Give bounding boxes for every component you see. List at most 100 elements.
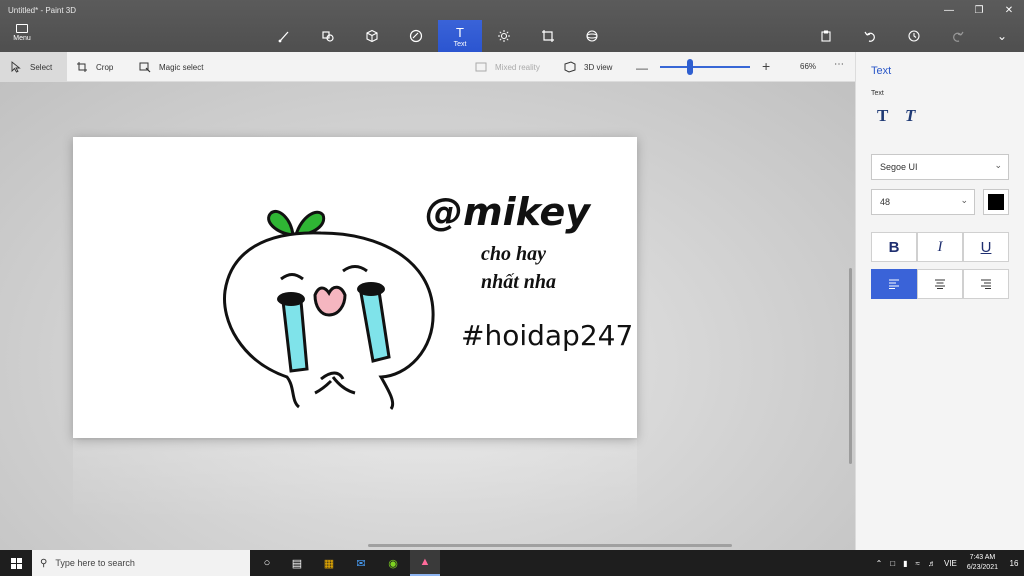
3d-text-button[interactable]: T: [905, 106, 925, 126]
mail-icon: ✉: [356, 557, 366, 570]
zoom-out-button[interactable]: —: [636, 61, 648, 75]
drawing-canvas[interactable]: @mikey cho hay nhất nha #hoidap247: [73, 137, 637, 438]
canvas-text-line3[interactable]: nhất nha: [481, 271, 556, 294]
alignment-buttons: [871, 269, 1009, 299]
magic-select-icon: [139, 62, 151, 73]
panel-section-label: Text: [871, 90, 884, 97]
3d-library-tool[interactable]: [570, 20, 614, 52]
menu-button[interactable]: Menu: [8, 24, 36, 48]
zoom-slider-track[interactable]: [660, 66, 750, 68]
browser-icon: ◉: [388, 557, 398, 570]
effects-tool[interactable]: [482, 20, 526, 52]
3d-shapes-tool[interactable]: [350, 20, 394, 52]
expand-toolbar-button[interactable]: ⌄: [980, 22, 1024, 50]
maximize-button[interactable]: ❐: [964, 0, 994, 20]
crying-sprout-sticker: [223, 210, 435, 410]
history-icon: [908, 30, 920, 42]
menu-label: Menu: [13, 35, 31, 42]
font-value: Segoe UI: [880, 162, 918, 172]
paste-button[interactable]: [804, 22, 848, 50]
text-tool[interactable]: T Text: [438, 20, 482, 52]
brush-icon: [278, 31, 289, 43]
clock[interactable]: 7:43 AM 6/23/2021: [967, 553, 998, 573]
bold-button[interactable]: B: [871, 232, 917, 262]
undo-button[interactable]: [848, 22, 892, 50]
select-button[interactable]: Select: [0, 52, 67, 82]
sticker-icon: [409, 29, 423, 43]
3d-view-button[interactable]: 3D view: [564, 52, 612, 82]
mixed-reality-button[interactable]: Mixed reality: [475, 52, 540, 82]
redo-button[interactable]: [936, 22, 980, 50]
task-view-button[interactable]: ▤: [282, 550, 312, 576]
shapes-icon: [322, 31, 334, 42]
wifi-icon[interactable]: ≈: [916, 559, 920, 568]
battery-icon[interactable]: ▮: [903, 559, 907, 568]
format-buttons: B I U: [871, 232, 1009, 262]
sun-icon: [498, 30, 510, 42]
magic-select-button[interactable]: Magic select: [139, 52, 203, 82]
canvas-text-hashtag[interactable]: #hoidap247: [461, 319, 633, 352]
text-tool-label: Text: [453, 40, 467, 48]
align-right-button[interactable]: [963, 269, 1009, 299]
paint3d-taskbar-button[interactable]: ▲: [410, 550, 440, 576]
canvas-text-mikey[interactable]: @mikey: [425, 190, 590, 234]
main-toolbar: T Text: [262, 20, 614, 52]
align-left-button[interactable]: [871, 269, 917, 299]
clock-time: 7:43 AM: [969, 554, 996, 561]
title-bar: Untitled* - Paint 3D — ❐ ✕ Menu T Text ⌄: [0, 0, 1024, 52]
zoom-slider-thumb[interactable]: [686, 59, 693, 75]
cursor-icon: [11, 61, 21, 73]
cortana-button[interactable]: ○: [252, 550, 282, 576]
stickers-tool[interactable]: [394, 20, 438, 52]
chevron-up-icon[interactable]: ⌃: [876, 559, 883, 568]
3d-view-icon: [564, 61, 576, 73]
2d-shapes-tool[interactable]: [306, 20, 350, 52]
history-button[interactable]: [892, 22, 936, 50]
mixed-reality-icon: [475, 62, 487, 72]
mail-button[interactable]: ✉: [346, 550, 376, 576]
notification-count: 16: [1009, 558, 1019, 568]
notifications-button[interactable]: 16: [1004, 555, 1024, 571]
cube-icon: [366, 29, 378, 43]
align-center-button[interactable]: [917, 269, 963, 299]
circle-icon: ○: [263, 557, 271, 569]
taskbar: ⚲ Type here to search ○ ▤ ▦ ✉ ◉ ▲ ⌃ □ ▮ …: [0, 550, 1024, 576]
library-icon: [586, 30, 598, 42]
paste-icon: [821, 30, 831, 42]
network-icon[interactable]: □: [890, 559, 895, 568]
store-button[interactable]: ▦: [314, 550, 344, 576]
right-toolbar: ⌄: [804, 22, 1024, 50]
horizontal-scrollbar[interactable]: [368, 544, 732, 547]
close-button[interactable]: ✕: [994, 0, 1024, 20]
zoom-value: 66%: [800, 62, 817, 71]
brushes-tool[interactable]: [262, 20, 306, 52]
minimize-button[interactable]: —: [934, 0, 964, 20]
font-size-value: 48: [880, 197, 891, 207]
underline-button[interactable]: U: [963, 232, 1009, 262]
panel-title: Text: [871, 65, 892, 77]
font-dropdown[interactable]: Segoe UI ⌄: [871, 154, 1009, 180]
font-size-dropdown[interactable]: 48 ⌄: [871, 189, 975, 215]
crop-label: Crop: [96, 62, 114, 72]
canvas-text-line2[interactable]: cho hay: [481, 243, 546, 266]
text-side-panel: Text Text T T Segoe UI ⌄ 48 ⌄ B I U: [855, 52, 1024, 550]
taskbar-search[interactable]: ⚲ Type here to search: [32, 550, 250, 576]
crop-icon: [77, 62, 87, 72]
task-view-icon: ▤: [291, 557, 303, 570]
text-color-swatch[interactable]: [983, 189, 1009, 215]
system-tray: ⌃ □ ▮ ≈ ♬ VIE 7:43 AM 6/23/2021 16: [872, 550, 1024, 576]
browser-button[interactable]: ◉: [378, 550, 408, 576]
folder-icon: [16, 24, 28, 33]
start-button[interactable]: [0, 550, 32, 576]
canvas-tool[interactable]: [526, 20, 570, 52]
more-options-button[interactable]: ⋯: [834, 59, 845, 70]
language-indicator[interactable]: VIE: [944, 559, 957, 568]
align-right-icon: [981, 279, 991, 289]
undo-icon: [864, 31, 875, 42]
volume-icon[interactable]: ♬: [928, 559, 936, 568]
vertical-scrollbar[interactable]: [849, 268, 852, 464]
crop-button[interactable]: Crop: [76, 52, 113, 82]
italic-button[interactable]: I: [917, 232, 963, 262]
zoom-in-button[interactable]: +: [762, 58, 770, 74]
2d-text-button[interactable]: T: [877, 106, 897, 126]
